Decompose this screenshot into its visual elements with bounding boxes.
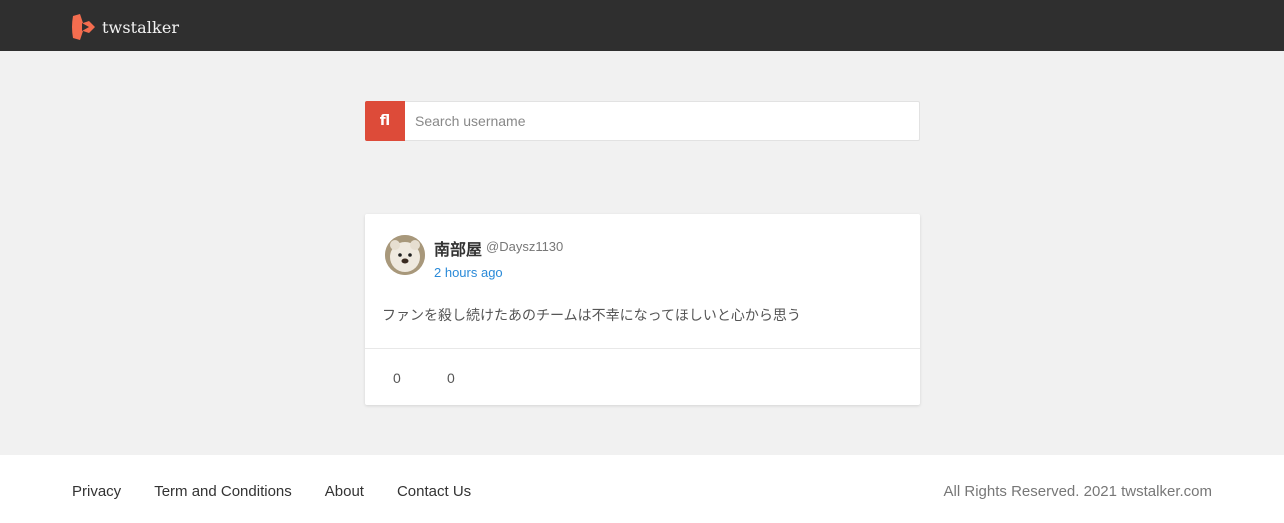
footer-links: Privacy Term and Conditions About Contac… <box>72 483 504 500</box>
search-button[interactable]: fl <box>365 101 405 141</box>
tweet-timestamp-link[interactable]: 2 hours ago <box>434 265 503 280</box>
brand-name: twstalker <box>102 17 180 37</box>
search-username-input[interactable] <box>405 102 919 140</box>
like-count-button[interactable]: 0 <box>439 369 455 387</box>
footer: Privacy Term and Conditions About Contac… <box>0 455 1284 523</box>
tweet-text: ファンを殺し続けたあのチームは不幸になってほしいと心から思う <box>382 307 801 323</box>
retweet-count-button[interactable]: 0 <box>385 369 401 387</box>
like-count: 0 <box>447 370 455 386</box>
footer-link-terms[interactable]: Term and Conditions <box>154 483 292 500</box>
avatar-image <box>385 235 425 275</box>
footer-link-about[interactable]: About <box>325 483 364 500</box>
brand-logo-link[interactable]: twstalker <box>72 14 179 40</box>
display-name[interactable]: 南部屋 <box>434 236 482 260</box>
footer-link-privacy[interactable]: Privacy <box>72 483 121 500</box>
retweet-count: 0 <box>393 370 401 386</box>
top-navbar: twstalker <box>0 0 1284 51</box>
tweet-card: 南部屋 @Daysz1130 2 hours ago ファンを殺し続けたあのチー… <box>365 214 920 405</box>
copyright-text: All Rights Reserved. 2021 twstalker.com <box>943 483 1212 500</box>
twstalker-logo-icon <box>72 14 95 40</box>
avatar[interactable] <box>385 235 425 275</box>
search-bar: fl <box>365 101 920 141</box>
username-handle[interactable]: @Daysz1130 <box>486 239 563 254</box>
card-divider <box>365 348 920 349</box>
footer-link-contact[interactable]: Contact Us <box>397 483 471 500</box>
